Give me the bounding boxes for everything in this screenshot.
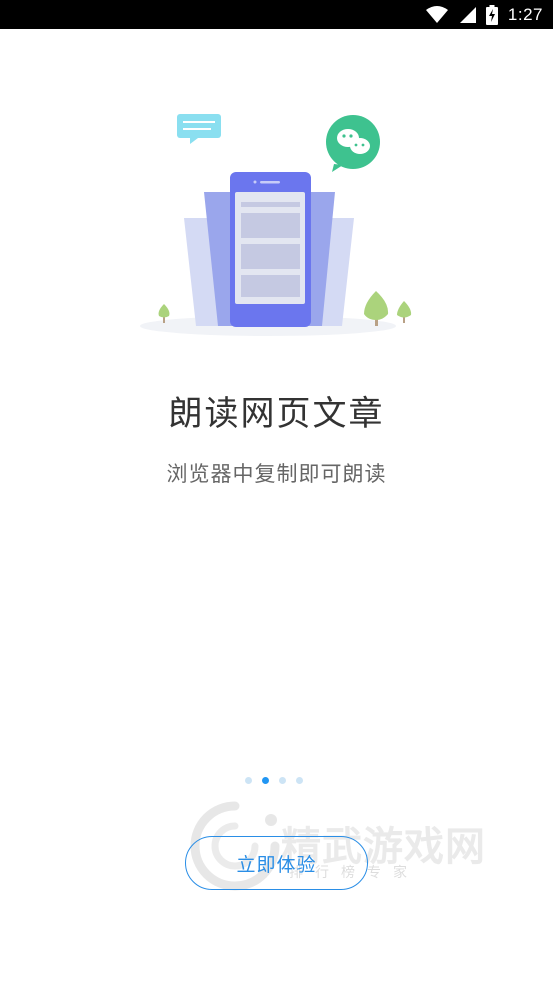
chat-bubble-icon — [177, 114, 221, 144]
try-now-button[interactable]: 立即体验 — [185, 836, 368, 890]
onboarding-illustration — [140, 114, 412, 336]
page-dot — [279, 777, 286, 784]
tree-icon — [397, 301, 412, 323]
page-dot — [245, 777, 252, 784]
page-indicator — [245, 777, 303, 784]
phone-icon — [230, 172, 311, 327]
status-time: 1:27 — [507, 4, 543, 24]
onboarding-title: 朗读网页文章 — [168, 394, 385, 434]
page-dot-active — [262, 777, 269, 784]
onboarding-subtitle: 浏览器中复制即可朗读 — [166, 462, 387, 486]
wechat-icon — [326, 115, 380, 172]
wifi-icon — [425, 5, 448, 23]
status-bar: 1:27 — [0, 0, 553, 29]
page-dot — [296, 777, 303, 784]
cell-signal-icon — [459, 6, 476, 23]
status-icons: 1:27 — [425, 0, 543, 29]
battery-charging-icon — [485, 4, 498, 25]
